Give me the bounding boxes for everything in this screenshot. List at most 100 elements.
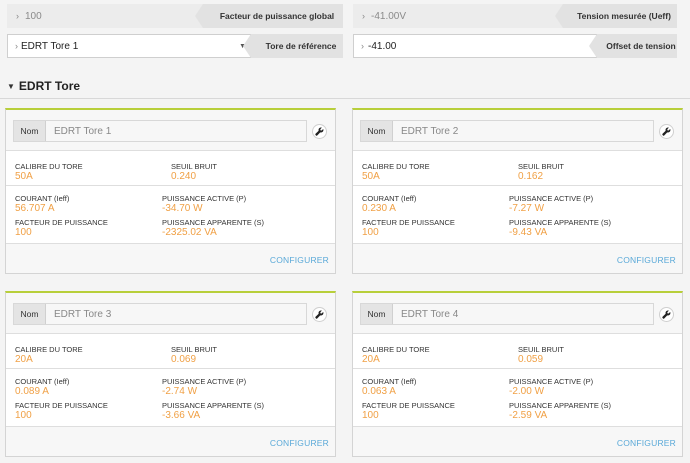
calibre-value: 20A xyxy=(362,354,380,365)
power-factor-value: 100 xyxy=(15,410,32,421)
tore-name-field: Nom EDRT Tore 3 xyxy=(13,303,307,325)
noise-threshold-label: SEUIL BRUIT xyxy=(518,345,564,354)
measured-voltage-field: › -41.00V Tension mesurée (Ueff) xyxy=(353,4,677,28)
power-factor-label: FACTEUR DE PUISSANCE xyxy=(15,218,108,227)
configure-button[interactable]: CONFIGURER xyxy=(617,255,676,265)
reference-tore-label: Tore de référence xyxy=(243,34,343,58)
measurements-section: COURANT (Ieff) 56.707 A PUISSANCE ACTIVE… xyxy=(6,186,335,244)
card-header: Nom EDRT Tore 3 xyxy=(6,293,335,333)
current-field: COURANT (Ieff) 0.230 A xyxy=(362,194,416,215)
noise-threshold-value: 0.069 xyxy=(171,354,197,365)
active-power-value: -2.00 W xyxy=(509,386,545,397)
active-power-label: PUISSANCE ACTIVE (P) xyxy=(162,377,247,386)
noise-threshold-field: SEUIL BRUIT 0.069 xyxy=(171,345,217,366)
apparent-power-value: -9.43 VA xyxy=(509,227,548,238)
calibration-section: CALIBRE DU TORE 20A SEUIL BRUIT 0.069 xyxy=(6,333,335,369)
chevron-right-icon: › xyxy=(16,11,19,21)
wrench-icon[interactable] xyxy=(312,307,327,322)
noise-threshold-label: SEUIL BRUIT xyxy=(171,162,217,171)
calibre-label: CALIBRE DU TORE xyxy=(362,162,430,171)
section-header-edrt-tore[interactable]: ▼ EDRT Tore xyxy=(7,79,80,93)
calibration-section: CALIBRE DU TORE 20A SEUIL BRUIT 0.059 xyxy=(353,333,682,369)
tore-name-input[interactable]: EDRT Tore 2 xyxy=(393,121,653,141)
configure-button[interactable]: CONFIGURER xyxy=(270,255,329,265)
tore-card-3: Nom EDRT Tore 3 CALIBRE DU TORE 20A SEUI… xyxy=(5,291,336,457)
apparent-power-field: PUISSANCE APPARENTE (S) -2.59 VA xyxy=(509,401,611,422)
active-power-field: PUISSANCE ACTIVE (P) -2.00 W xyxy=(509,377,593,398)
voltage-offset-label: Offset de tension xyxy=(589,34,677,58)
tore-name-input[interactable]: EDRT Tore 1 xyxy=(46,121,306,141)
apparent-power-label: PUISSANCE APPARENTE (S) xyxy=(509,218,611,227)
noise-threshold-value: 0.059 xyxy=(518,354,544,365)
configure-button[interactable]: CONFIGURER xyxy=(270,438,329,448)
global-power-factor-label: Facteur de puissance global xyxy=(195,4,343,28)
tore-card-2: Nom EDRT Tore 2 CALIBRE DU TORE 50A SEUI… xyxy=(352,108,683,274)
calibre-field: CALIBRE DU TORE 20A xyxy=(362,345,430,366)
apparent-power-field: PUISSANCE APPARENTE (S) -2325.02 VA xyxy=(162,218,264,239)
active-power-label: PUISSANCE ACTIVE (P) xyxy=(509,377,594,386)
tore-name-input[interactable]: EDRT Tore 3 xyxy=(46,304,306,324)
current-label: COURANT (Ieff) xyxy=(362,194,417,203)
current-value: 0.230 A xyxy=(362,203,396,214)
name-tag: Nom xyxy=(14,304,46,324)
power-factor-label: FACTEUR DE PUISSANCE xyxy=(362,401,455,410)
configure-button[interactable]: CONFIGURER xyxy=(617,438,676,448)
voltage-offset-value: -41.00 xyxy=(368,40,397,52)
active-power-field: PUISSANCE ACTIVE (P) -7.27 W xyxy=(509,194,593,215)
apparent-power-value: -2325.02 VA xyxy=(162,227,217,238)
card-header: Nom EDRT Tore 2 xyxy=(353,110,682,150)
power-factor-field: FACTEUR DE PUISSANCE 100 xyxy=(362,218,455,239)
calibre-label: CALIBRE DU TORE xyxy=(362,345,430,354)
global-power-factor-value-box: › 100 xyxy=(7,4,203,28)
calibre-field: CALIBRE DU TORE 50A xyxy=(15,162,83,183)
reference-tore-select[interactable]: › EDRT Tore 1 ▼ xyxy=(7,34,251,58)
tore-card-1: Nom EDRT Tore 1 CALIBRE DU TORE 50A SEUI… xyxy=(5,108,336,274)
card-header: Nom EDRT Tore 4 xyxy=(353,293,682,333)
current-field: COURANT (Ieff) 56.707 A xyxy=(15,194,69,215)
calibre-label: CALIBRE DU TORE xyxy=(15,162,83,171)
noise-threshold-field: SEUIL BRUIT 0.059 xyxy=(518,345,564,366)
measurements-section: COURANT (Ieff) 0.230 A PUISSANCE ACTIVE … xyxy=(353,186,682,244)
power-factor-label: FACTEUR DE PUISSANCE xyxy=(362,218,455,227)
apparent-power-label: PUISSANCE APPARENTE (S) xyxy=(509,401,611,410)
apparent-power-label: PUISSANCE APPARENTE (S) xyxy=(162,218,264,227)
wrench-icon[interactable] xyxy=(659,307,674,322)
calibre-label: CALIBRE DU TORE xyxy=(15,345,83,354)
current-label: COURANT (Ieff) xyxy=(15,194,70,203)
measured-voltage-value-box: › -41.00V xyxy=(353,4,563,28)
card-header: Nom EDRT Tore 1 xyxy=(6,110,335,150)
voltage-offset-input[interactable]: › -41.00 xyxy=(353,34,597,58)
section-divider xyxy=(0,98,690,99)
wrench-icon[interactable] xyxy=(312,124,327,139)
current-value: 0.089 A xyxy=(15,386,49,397)
power-factor-label: FACTEUR DE PUISSANCE xyxy=(15,401,108,410)
power-factor-field: FACTEUR DE PUISSANCE 100 xyxy=(362,401,455,422)
tore-name-field: Nom EDRT Tore 1 xyxy=(13,120,307,142)
power-factor-value: 100 xyxy=(15,227,32,238)
tore-name-field: Nom EDRT Tore 2 xyxy=(360,120,654,142)
calibre-value: 20A xyxy=(15,354,33,365)
current-label: COURANT (Ieff) xyxy=(15,377,70,386)
name-tag: Nom xyxy=(361,304,393,324)
reference-tore-value: EDRT Tore 1 xyxy=(21,40,79,52)
tore-name-input[interactable]: EDRT Tore 4 xyxy=(393,304,653,324)
calibre-value: 50A xyxy=(362,171,380,182)
noise-threshold-label: SEUIL BRUIT xyxy=(171,345,217,354)
reference-tore-field: › EDRT Tore 1 ▼ Tore de référence xyxy=(7,34,343,58)
current-field: COURANT (Ieff) 0.063 A xyxy=(362,377,416,398)
apparent-power-label: PUISSANCE APPARENTE (S) xyxy=(162,401,264,410)
chevron-right-icon: › xyxy=(15,41,18,51)
name-tag: Nom xyxy=(14,121,46,141)
calibre-field: CALIBRE DU TORE 50A xyxy=(362,162,430,183)
measurements-section: COURANT (Ieff) 0.063 A PUISSANCE ACTIVE … xyxy=(353,369,682,427)
active-power-value: -7.27 W xyxy=(509,203,545,214)
caret-down-icon: ▼ xyxy=(7,81,15,91)
wrench-icon[interactable] xyxy=(659,124,674,139)
calibre-value: 50A xyxy=(15,171,33,182)
active-power-value: -34.70 W xyxy=(162,203,203,214)
active-power-field: PUISSANCE ACTIVE (P) -34.70 W xyxy=(162,194,246,215)
noise-threshold-label: SEUIL BRUIT xyxy=(518,162,564,171)
power-factor-field: FACTEUR DE PUISSANCE 100 xyxy=(15,218,108,239)
current-value: 56.707 A xyxy=(15,203,55,214)
global-power-factor-value: 100 xyxy=(25,10,42,22)
